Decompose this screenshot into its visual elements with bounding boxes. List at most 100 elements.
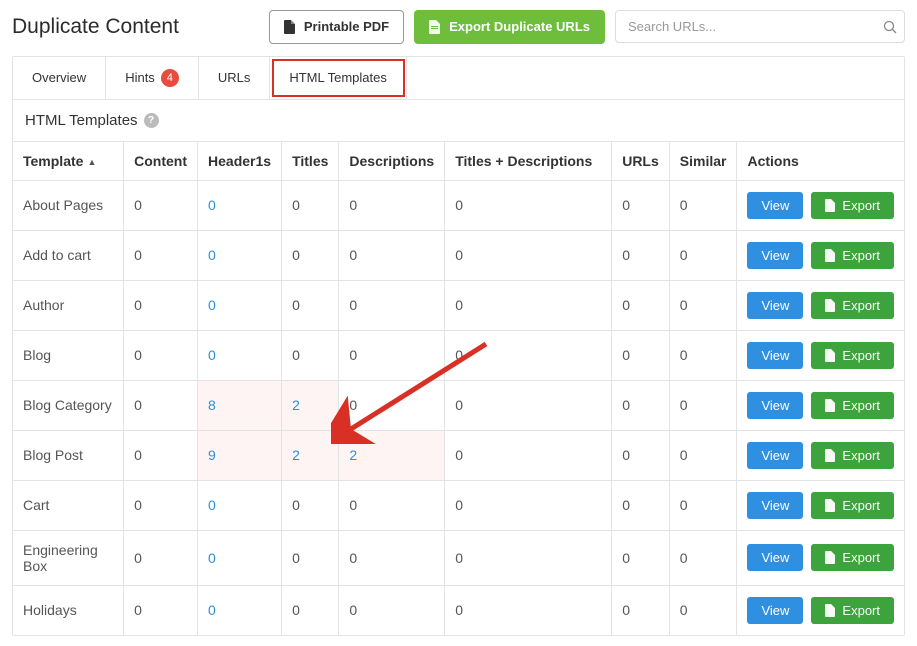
cell-template: Holidays xyxy=(13,585,124,635)
tab-label: Overview xyxy=(32,70,86,85)
cell-td: 0 xyxy=(445,480,612,530)
tab-label: URLs xyxy=(218,70,251,85)
col-titles-descriptions[interactable]: Titles + Descriptions xyxy=(445,141,612,180)
cell-template: Blog Category xyxy=(13,380,124,430)
table-row: Blog0000000ViewExport xyxy=(13,330,904,380)
view-button[interactable]: View xyxy=(747,242,803,269)
cell-descriptions: 0 xyxy=(339,180,445,230)
cell-titles: 0 xyxy=(282,480,339,530)
cell-titles: 0 xyxy=(282,530,339,585)
cell-td: 0 xyxy=(445,380,612,430)
view-button[interactable]: View xyxy=(747,492,803,519)
search-wrap xyxy=(615,10,905,43)
cell-titles: 0 xyxy=(282,280,339,330)
tab-label: Hints xyxy=(125,70,155,85)
export-label: Export xyxy=(842,398,880,413)
view-button[interactable]: View xyxy=(747,292,803,319)
table-row: Holidays0000000ViewExport xyxy=(13,585,904,635)
export-icon xyxy=(429,20,441,34)
cell-content: 0 xyxy=(124,430,198,480)
col-content[interactable]: Content xyxy=(124,141,198,180)
cell-urls: 0 xyxy=(612,530,670,585)
table-row: Cart0000000ViewExport xyxy=(13,480,904,530)
cell-td: 0 xyxy=(445,180,612,230)
export-button[interactable]: Export xyxy=(811,292,894,319)
col-actions: Actions xyxy=(737,141,904,180)
export-label: Export xyxy=(842,198,880,213)
col-header1s[interactable]: Header1s xyxy=(198,141,282,180)
cell-descriptions: 0 xyxy=(339,480,445,530)
cell-titles: 0 xyxy=(282,585,339,635)
cell-similar: 0 xyxy=(669,180,737,230)
export-button[interactable]: Export xyxy=(811,342,894,369)
col-template[interactable]: Template▲ xyxy=(13,141,124,180)
file-icon xyxy=(825,299,836,312)
col-descriptions[interactable]: Descriptions xyxy=(339,141,445,180)
cell-content: 0 xyxy=(124,380,198,430)
cell-header1s[interactable]: 0 xyxy=(198,530,282,585)
col-urls[interactable]: URLs xyxy=(612,141,670,180)
cell-header1s[interactable]: 8 xyxy=(198,380,282,430)
view-button[interactable]: View xyxy=(747,342,803,369)
export-button[interactable]: Export xyxy=(811,597,894,624)
table-row: Author0000000ViewExport xyxy=(13,280,904,330)
export-button[interactable]: Export xyxy=(811,192,894,219)
cell-td: 0 xyxy=(445,585,612,635)
cell-header1s[interactable]: 9 xyxy=(198,430,282,480)
tab-urls[interactable]: URLs xyxy=(199,57,271,99)
cell-actions: View Export xyxy=(737,430,904,480)
col-similar[interactable]: Similar xyxy=(669,141,737,180)
view-button[interactable]: View xyxy=(747,192,803,219)
file-icon xyxy=(825,349,836,362)
cell-content: 0 xyxy=(124,280,198,330)
help-icon[interactable]: ? xyxy=(144,113,159,128)
file-icon xyxy=(825,199,836,212)
tab-html-templates[interactable]: HTML Templates xyxy=(270,57,407,99)
export-label: Export xyxy=(842,248,880,263)
view-button[interactable]: View xyxy=(747,597,803,624)
cell-template: Blog xyxy=(13,330,124,380)
cell-template: Cart xyxy=(13,480,124,530)
export-duplicate-urls-label: Export Duplicate URLs xyxy=(449,19,590,35)
view-button[interactable]: View xyxy=(747,392,803,419)
cell-urls: 0 xyxy=(612,380,670,430)
cell-header1s[interactable]: 0 xyxy=(198,330,282,380)
cell-header1s[interactable]: 0 xyxy=(198,180,282,230)
view-button[interactable]: View xyxy=(747,544,803,571)
export-button[interactable]: Export xyxy=(811,242,894,269)
cell-content: 0 xyxy=(124,330,198,380)
view-button[interactable]: View xyxy=(747,442,803,469)
cell-titles[interactable]: 2 xyxy=(282,430,339,480)
tab-hints[interactable]: Hints4 xyxy=(106,57,199,99)
col-titles[interactable]: Titles xyxy=(282,141,339,180)
tab-overview[interactable]: Overview xyxy=(13,57,106,99)
cell-actions: View Export xyxy=(737,280,904,330)
export-duplicate-urls-button[interactable]: Export Duplicate URLs xyxy=(414,10,605,44)
search-input[interactable] xyxy=(615,10,905,43)
cell-urls: 0 xyxy=(612,480,670,530)
file-icon xyxy=(284,20,296,34)
cell-descriptions[interactable]: 2 xyxy=(339,430,445,480)
cell-content: 0 xyxy=(124,530,198,585)
cell-content: 0 xyxy=(124,180,198,230)
cell-header1s[interactable]: 0 xyxy=(198,280,282,330)
cell-header1s[interactable]: 0 xyxy=(198,585,282,635)
cell-urls: 0 xyxy=(612,230,670,280)
export-button[interactable]: Export xyxy=(811,392,894,419)
export-button[interactable]: Export xyxy=(811,492,894,519)
cell-descriptions: 0 xyxy=(339,585,445,635)
cell-header1s[interactable]: 0 xyxy=(198,230,282,280)
templates-table: Template▲ Content Header1s Titles Descri… xyxy=(13,141,904,635)
table-row: Blog Post0922000ViewExport xyxy=(13,430,904,480)
cell-urls: 0 xyxy=(612,585,670,635)
export-button[interactable]: Export xyxy=(811,544,894,571)
page-title: Duplicate Content xyxy=(12,15,179,39)
cell-titles[interactable]: 2 xyxy=(282,380,339,430)
table-row: About Pages0000000ViewExport xyxy=(13,180,904,230)
cell-header1s[interactable]: 0 xyxy=(198,480,282,530)
export-button[interactable]: Export xyxy=(811,442,894,469)
printable-pdf-button[interactable]: Printable PDF xyxy=(269,10,404,44)
cell-content: 0 xyxy=(124,480,198,530)
cell-descriptions: 0 xyxy=(339,380,445,430)
export-label: Export xyxy=(842,448,880,463)
